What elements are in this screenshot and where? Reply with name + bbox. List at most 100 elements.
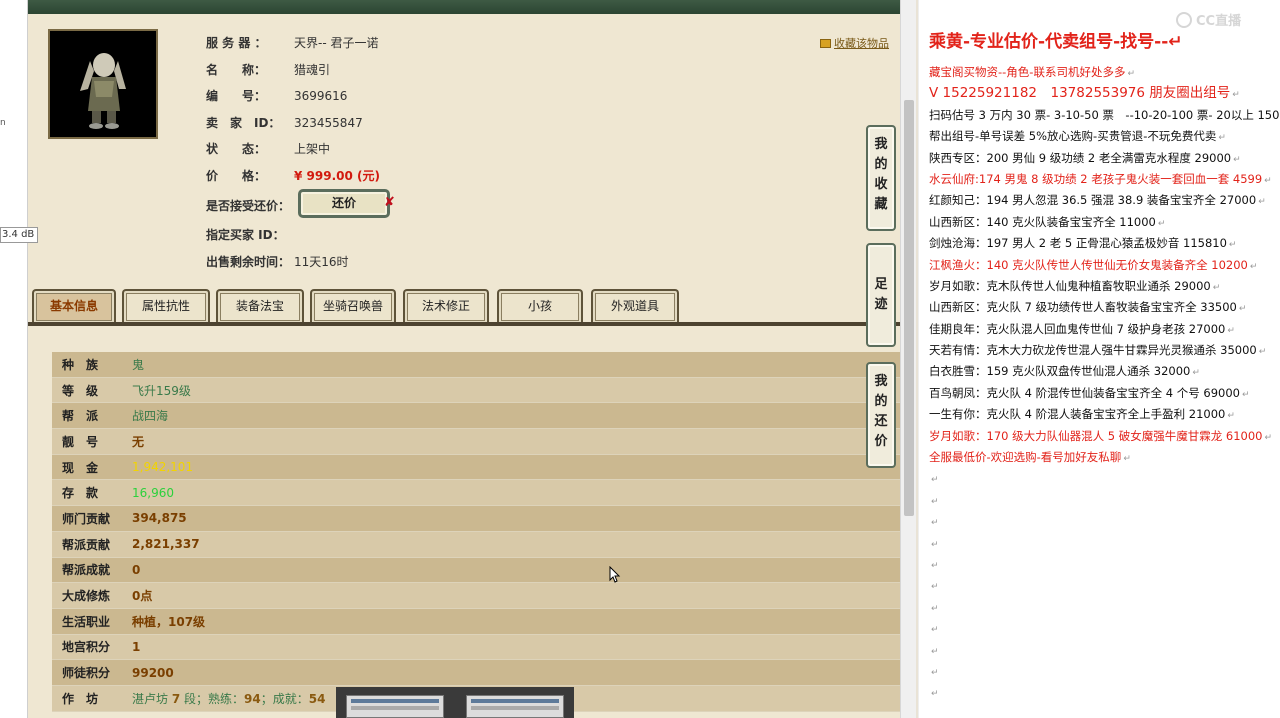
return-mark: ↵ [1212,282,1221,293]
close-icon[interactable]: ✘ [384,195,395,210]
table-row: 种 族鬼 [52,352,900,378]
stat-key: 师门贡献 [62,511,111,526]
return-mark: ↵ [931,667,939,678]
note-blank-lines: ↵ ↵ ↵ ↵ ↵ ↵ ↵ ↵ ↵ ↵ ↵ [929,468,1280,703]
info-time-left: 出售剩余时间： 11天16时 [206,253,349,270]
note-line-text: 百鸟朝凤：克火队 4 阶混传世仙装备宝宝齐全 4 个号 69000 [929,385,1240,400]
table-row: 生活职业 种植，107级 [52,608,900,635]
tab-spell-correction[interactable]: 法术修正 [403,289,489,323]
table-row: 师徒积分 99200 [52,660,900,686]
tab-basic-info[interactable]: 基本信息 [32,289,116,323]
workshop-level-unit: 段；熟练： [184,691,245,706]
info-id: 编 号： 3699616 [206,87,347,104]
my-haggles-button[interactable]: 我的还价 [866,362,896,468]
haggle-button[interactable]: 还价 [298,189,390,218]
tab-children[interactable]: 小孩 [497,289,583,323]
note-line: 天若有情：克木大力砍龙传世混人强牛甘霖异光灵猴通杀 35000 ↵ [929,340,1280,361]
note-line: 山西新区：140 克火队装备宝宝齐全 11000 ↵ [929,212,1280,233]
workshop-achieve: 54 [308,691,326,706]
tab-attributes[interactable]: 属性抗性 [122,289,210,323]
return-mark: ↵ [931,603,939,614]
note-line-text: 江枫渔火：140 克火队传世人传世仙无价女鬼装备齐全 10200 [929,257,1248,272]
table-row: 存 款 16,960 [52,480,900,507]
info-name: 名 称： 猎魂引 [206,61,330,78]
my-favorites-button[interactable]: 我的收藏 [866,125,896,231]
note-line: 一生有你：克火队 4 阶混人装备宝宝齐全上手盈利 21000 ↵ [929,404,1280,425]
note-title-text: 乘黄-专业估价-代卖组号-找号-- [929,32,1169,52]
return-mark: ↵ [1227,325,1235,336]
note-line-text: 岁月如歌：170 级大力队仙器混人 5 破女魔强牛魔甘霖龙 61000 [929,428,1263,443]
stat-key: 种 族 [62,357,99,372]
stat-key: 帮派成就 [62,563,111,578]
table-row: 帮 派 战四海 [52,403,900,430]
note-line-text: 水云仙府:174 男鬼 8 级功绩 2 老孩子鬼火装一套回血一套 4599 [929,171,1263,186]
left-edge-stub: n [0,118,6,128]
price-value: ¥ 999.00 (元) [294,169,380,183]
tab-equipment[interactable]: 装备法宝 [216,289,304,323]
character-portrait [48,29,158,139]
stat-value: 0点 [132,589,153,604]
info-value: 猎魂引 [294,63,331,77]
note-line-text: 陕西专区：200 男仙 9 级功绩 2 老全满雷克水程度 29000 [929,150,1232,165]
my-favorites-label: 我的收藏 [874,137,888,212]
note-line: 帮出组号-单号误差 5%放心选购-买贵管退-不玩免费代卖 ↵ [929,126,1280,147]
table-row: 大成修炼 0点 [52,583,900,609]
window-preview[interactable] [466,695,564,718]
return-mark: ↵ [1258,197,1266,208]
workshop-sep: ；成就： [260,691,309,706]
stat-value: 战四海 [132,409,169,424]
mouse-cursor-icon [609,566,621,583]
table-row: 帮派成就 0 [52,557,900,584]
return-mark: ↵ [1233,154,1241,165]
note-line: 白衣胜雪：159 克火队双盘传世仙混人通杀 32000 ↵ [929,361,1280,382]
stat-value: 99200 [132,665,174,680]
stat-key: 靓 号 [62,434,99,449]
stat-value: 无 [132,434,145,449]
return-mark: ↵ [931,518,939,529]
info-seller-id: 卖 家 ID： 323455847 [206,114,363,131]
tab-mounts-pets[interactable]: 坐骑召唤兽 [310,289,396,323]
note-line-text: 藏宝阁买物资--角色-联系司机好处多多 [929,65,1126,79]
note-line-text: 佳期良年：克火队混人回血鬼传世仙 7 级护身老孩 27000 [929,321,1226,336]
workshop-name: 湛卢坊 [132,691,169,706]
blank-line: ↵ [929,682,1280,703]
workshop-value: 湛卢坊 7 段；熟练：94；成就：54 [132,690,325,707]
main-scrollbar[interactable] [900,0,916,718]
item-detail-panel: 收藏该物品 服 务 器 ： 天界-- 君子一诺 名 称： 猎魂引 编 号： 36996… [28,0,900,718]
stat-value: 0 [132,562,141,577]
return-mark: ↵ [1228,240,1237,251]
stat-key: 作 坊 [62,691,99,706]
note-line-text: 天若有情：克木大力砍龙传世混人强牛甘霖异光灵猴通杀 35000 [929,343,1257,358]
left-window-edge: n 3.4 dB [0,0,38,718]
info-value: 上架中 [294,142,331,156]
return-mark: ↵ [1264,432,1273,443]
table-row: 现 金 1,942,101 [52,454,900,481]
stat-key: 等 级 [62,383,99,398]
stat-value: 种植，107级 [132,614,206,629]
stat-key: 大成修炼 [62,589,111,604]
info-label: 价 格： [206,169,267,183]
workshop-skill: 94 [244,691,261,706]
tab-appearance[interactable]: 外观道具 [591,289,679,323]
window-preview[interactable] [346,695,444,718]
note-line-text: 扫码估号 3 万内 30 票- 3-10-50 票 --10-20-100 票-… [929,107,1280,122]
return-mark: ↵ [1258,347,1267,358]
watermark: CC直播 [1176,10,1272,36]
footprint-button[interactable]: 足迹 [866,243,896,347]
stat-value: 飞升159级 [132,383,191,398]
note-line-text: 帮出组号-单号误差 5%放心选购-买贵管退-不玩免费代卖 [929,129,1217,144]
stat-key: 生活职业 [62,614,111,629]
stat-key: 地宫积分 [62,640,111,655]
note-lines: 藏宝阁买物资--角色-联系司机好处多多 ↵ V 15225921182 137825… [929,62,1280,468]
return-mark: ↵ [1127,69,1135,79]
favorite-item-link[interactable]: 收藏该物品 [820,35,900,51]
note-line: 陕西专区：200 男仙 9 级功绩 2 老全满雷克水程度 29000 ↵ [929,148,1280,169]
stat-key: 帮 派 [62,409,99,424]
blank-line: ↵ [929,640,1280,661]
scrollbar-thumb[interactable] [904,100,914,516]
note-line: 水云仙府:174 男鬼 8 级功绩 2 老孩子鬼火装一套回血一套 4599 ↵ [929,169,1280,190]
note-line: 剑烛沧海：197 男人 2 老 5 正骨混心猿孟极妙音 115810 ↵ [929,233,1280,254]
blank-line: ↵ [929,661,1280,682]
return-mark: ↵ [931,496,939,507]
info-label: 状 态： [206,142,267,156]
